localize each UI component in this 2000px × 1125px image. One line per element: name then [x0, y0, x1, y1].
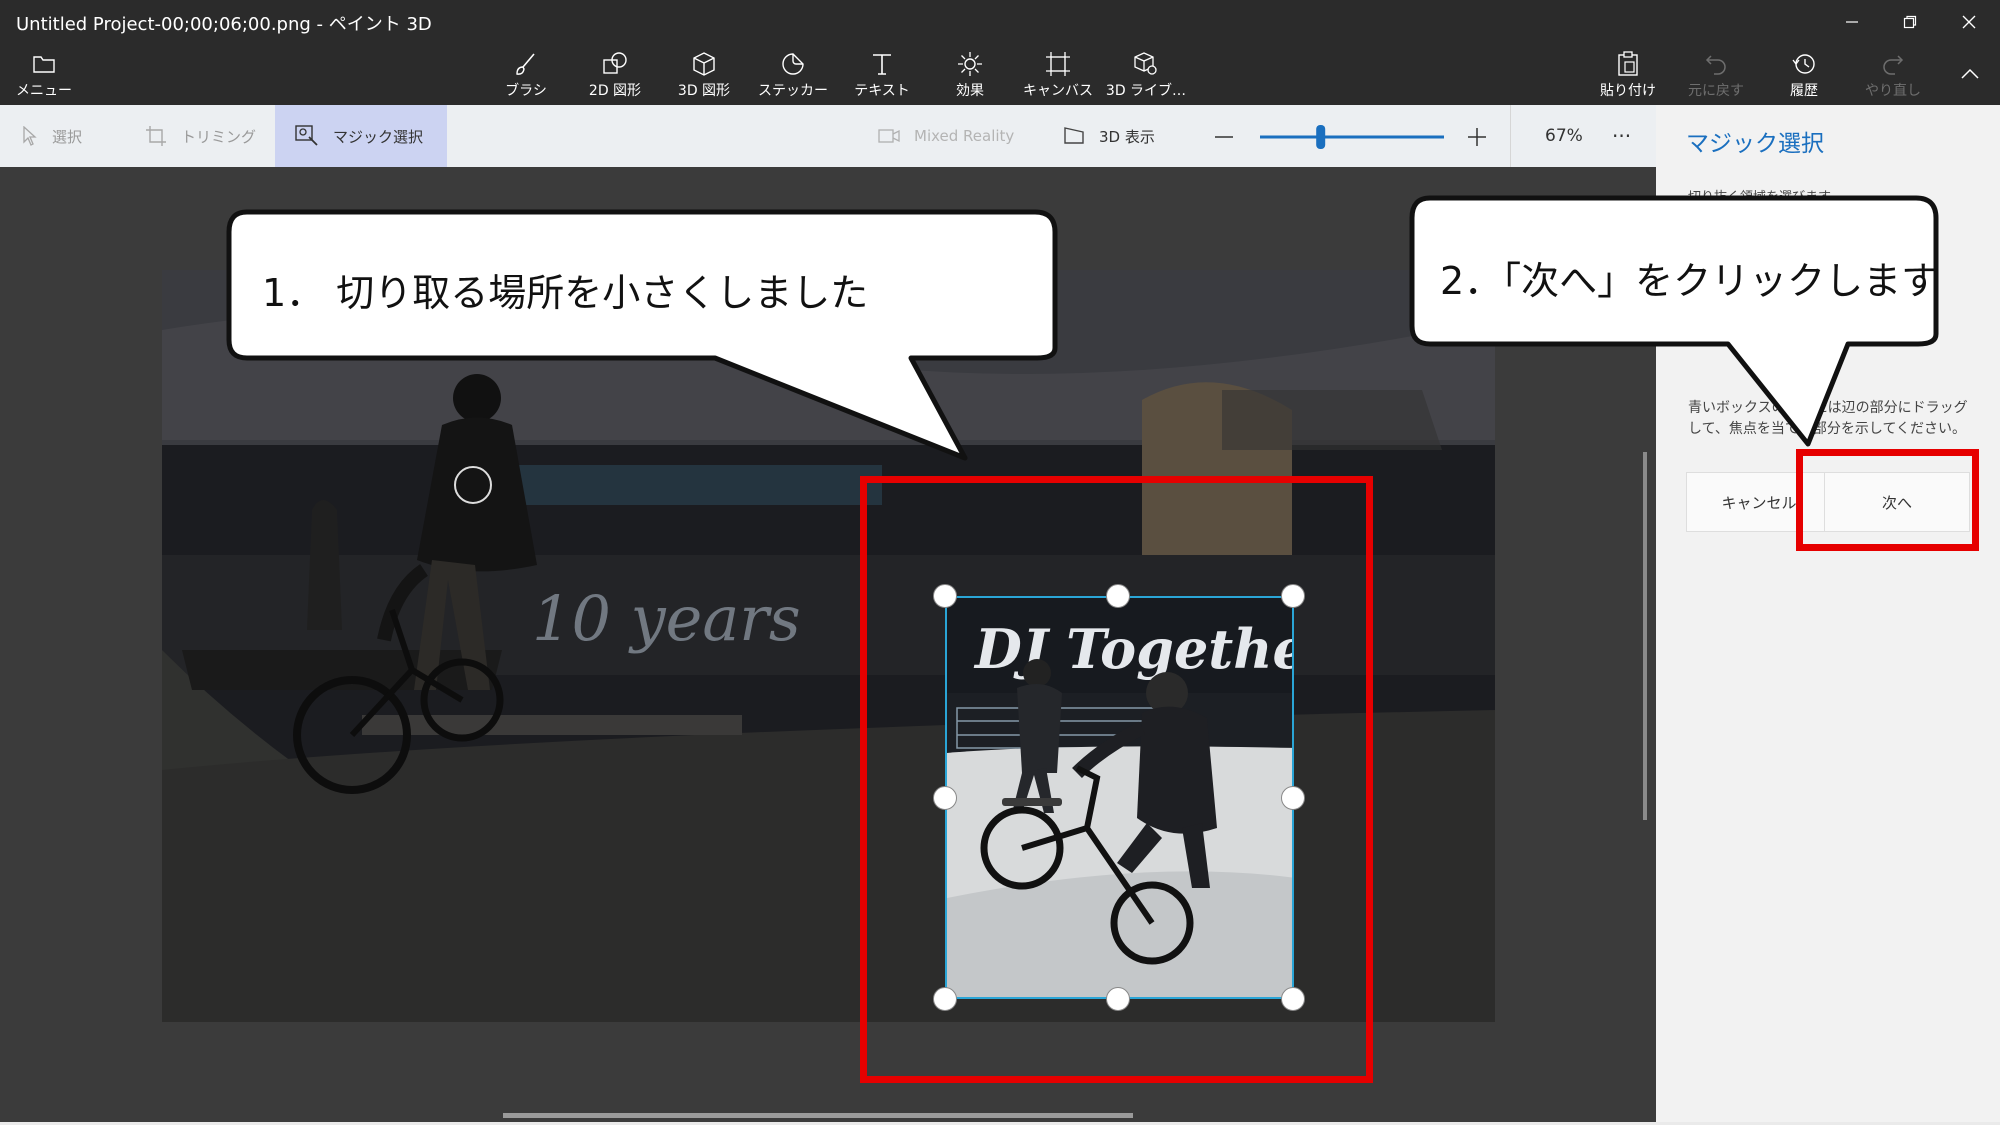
more-options-button[interactable]: ···	[1612, 105, 1631, 167]
brush-icon	[513, 50, 539, 78]
effects-icon	[957, 50, 983, 78]
paste-button[interactable]: 貼り付け	[1583, 50, 1673, 102]
crop-icon	[145, 125, 167, 147]
redo-button[interactable]: やり直し	[1848, 50, 1938, 102]
3d-view-label: 3D 表示	[1099, 127, 1155, 146]
panel-title: マジック選択	[1686, 131, 1824, 157]
paste-icon	[1616, 50, 1640, 78]
toolbar-divider	[1510, 105, 1511, 167]
magic-select-tab[interactable]: マジック選択	[275, 105, 447, 167]
tool-effects[interactable]: 効果	[925, 50, 1015, 102]
minus-icon	[1215, 136, 1233, 138]
tool-brush[interactable]: ブラシ	[481, 50, 571, 102]
highlight-box-selection	[860, 476, 1373, 1083]
minimize-icon	[1846, 21, 1858, 23]
minimize-button[interactable]	[1832, 6, 1872, 38]
sticker-icon	[780, 50, 806, 78]
undo-button[interactable]: 元に戻す	[1671, 50, 1761, 102]
select-label: 選択	[52, 127, 83, 146]
3d-view-button[interactable]: 3D 表示	[1063, 105, 1155, 167]
tool-3d-library-label: 3D ライブ…	[1105, 83, 1187, 99]
mixed-reality-button[interactable]: Mixed Reality	[878, 105, 1014, 167]
tool-3d-library[interactable]: 3D ライブ…	[1101, 50, 1191, 102]
window-title: Untitled Project-00;00;06;00.png - ペイント …	[16, 14, 432, 35]
history-label: 履歴	[1790, 83, 1818, 99]
callout-bubble-2	[1409, 195, 1939, 447]
zoom-slider-thumb[interactable]	[1316, 125, 1326, 149]
tool-text[interactable]: テキスト	[837, 50, 927, 102]
magic-select-icon	[295, 125, 319, 147]
paste-label: 貼り付け	[1600, 83, 1656, 99]
crop-label: トリミング	[181, 127, 257, 146]
callout-bubble-1	[226, 209, 1058, 461]
3d-shapes-icon	[691, 50, 717, 78]
tool-effects-label: 効果	[956, 83, 984, 99]
collapse-ribbon-button[interactable]	[1950, 58, 1990, 90]
callout-text-2: 2．「次へ」をクリックします	[1440, 259, 1940, 303]
menu-label: メニュー	[16, 83, 72, 99]
crop-tool[interactable]: トリミング	[145, 105, 256, 167]
3d-view-icon	[1063, 126, 1085, 146]
mixed-reality-icon	[878, 126, 900, 146]
zoom-percent: 67%	[1545, 126, 1583, 146]
tool-3d-shapes[interactable]: 3D 図形	[659, 50, 749, 102]
highlight-box-next-button	[1796, 449, 1979, 551]
mixed-reality-label: Mixed Reality	[914, 127, 1015, 145]
magic-select-label: マジック選択	[333, 127, 424, 146]
2d-shapes-icon	[601, 50, 629, 78]
close-button[interactable]	[1949, 6, 1989, 38]
callout-text-1: 1． 切り取る場所を小さくしました	[262, 271, 869, 315]
chevron-up-icon	[1961, 68, 1979, 79]
zoom-out-button[interactable]	[1213, 126, 1235, 152]
tool-canvas[interactable]: キャンバス	[1013, 50, 1103, 102]
horizontal-scrollbar[interactable]	[503, 1113, 1133, 1118]
history-button[interactable]: 履歴	[1759, 50, 1849, 102]
tool-canvas-label: キャンバス	[1023, 83, 1093, 99]
cursor-icon	[22, 126, 38, 146]
redo-label: やり直し	[1865, 83, 1921, 99]
tool-2d-shapes-label: 2D 図形	[588, 83, 642, 99]
canvas-icon	[1045, 50, 1071, 78]
graffiti-left-text: 10 years	[532, 582, 801, 655]
select-tool[interactable]: 選択	[22, 105, 82, 167]
tool-brush-label: ブラシ	[505, 83, 547, 99]
tool-3d-shapes-label: 3D 図形	[677, 83, 731, 99]
close-icon	[1962, 15, 1976, 29]
menu-button[interactable]: メニュー	[0, 50, 88, 102]
restore-icon	[1903, 15, 1917, 29]
tool-2d-shapes[interactable]: 2D 図形	[570, 50, 660, 102]
tool-text-label: テキスト	[854, 83, 910, 99]
tool-stickers[interactable]: ステッカー	[748, 50, 838, 102]
history-icon	[1791, 50, 1817, 78]
tool-stickers-label: ステッカー	[758, 83, 828, 99]
vertical-scrollbar[interactable]	[1643, 452, 1647, 820]
zoom-slider[interactable]	[1258, 120, 1446, 154]
restore-button[interactable]	[1890, 6, 1930, 38]
zoom-in-button[interactable]	[1466, 126, 1488, 152]
plus-icon	[1468, 128, 1486, 146]
undo-label: 元に戻す	[1688, 83, 1744, 99]
3d-library-icon	[1133, 50, 1159, 78]
text-icon	[870, 50, 894, 78]
redo-icon	[1881, 50, 1905, 78]
folder-icon	[32, 50, 56, 78]
undo-icon	[1704, 50, 1728, 78]
